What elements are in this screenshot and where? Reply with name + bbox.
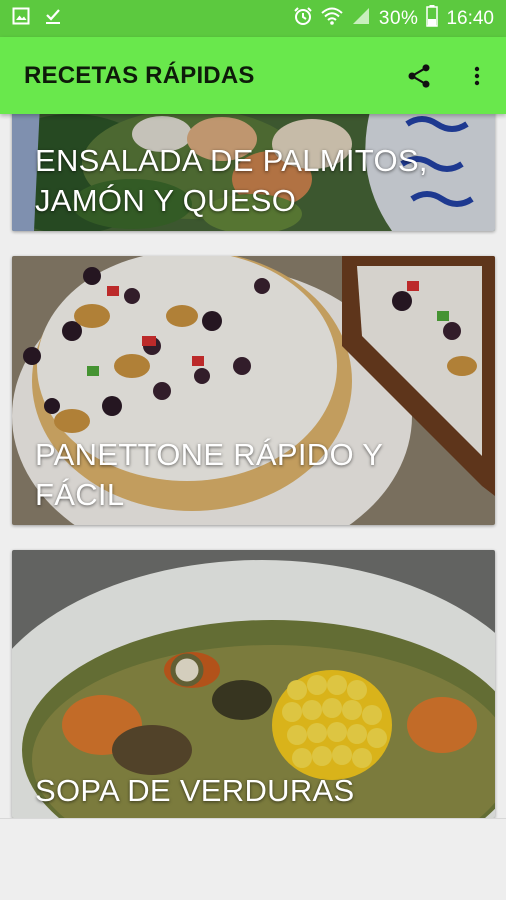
- more-options-button[interactable]: [448, 47, 506, 105]
- recipe-card[interactable]: PANETTONE RÁPIDO Y FÁCIL: [12, 256, 495, 525]
- app-bar: RECETAS RÁPIDAS: [0, 37, 506, 114]
- signal-icon: [351, 6, 371, 32]
- share-icon: [408, 63, 430, 88]
- download-done-icon: [44, 7, 62, 30]
- status-bar: 30% 16:40: [0, 0, 506, 37]
- recipe-title: ENSALADA DE PALMITOS, JAMÓN Y QUESO: [35, 143, 428, 218]
- recipe-title: SOPA DE VERDURAS: [35, 773, 355, 808]
- battery-percent: 30%: [378, 7, 419, 29]
- bottom-banner-area: [0, 818, 506, 900]
- image-icon: [12, 7, 30, 30]
- wifi-icon: [321, 7, 343, 31]
- recipe-card[interactable]: SOPA DE VERDURAS: [12, 550, 495, 818]
- recipe-list[interactable]: ENSALADA DE PALMITOS, JAMÓN Y QUESO PANE…: [0, 114, 506, 818]
- recipe-title: PANETTONE RÁPIDO Y FÁCIL: [35, 437, 383, 512]
- clock: 16:40: [446, 7, 494, 29]
- recipe-card[interactable]: ENSALADA DE PALMITOS, JAMÓN Y QUESO: [12, 114, 495, 231]
- alarm-icon: [293, 6, 313, 32]
- more-vert-icon: [474, 66, 480, 85]
- battery-icon: [426, 4, 439, 33]
- share-button[interactable]: [390, 47, 448, 105]
- app-title: RECETAS RÁPIDAS: [24, 61, 255, 89]
